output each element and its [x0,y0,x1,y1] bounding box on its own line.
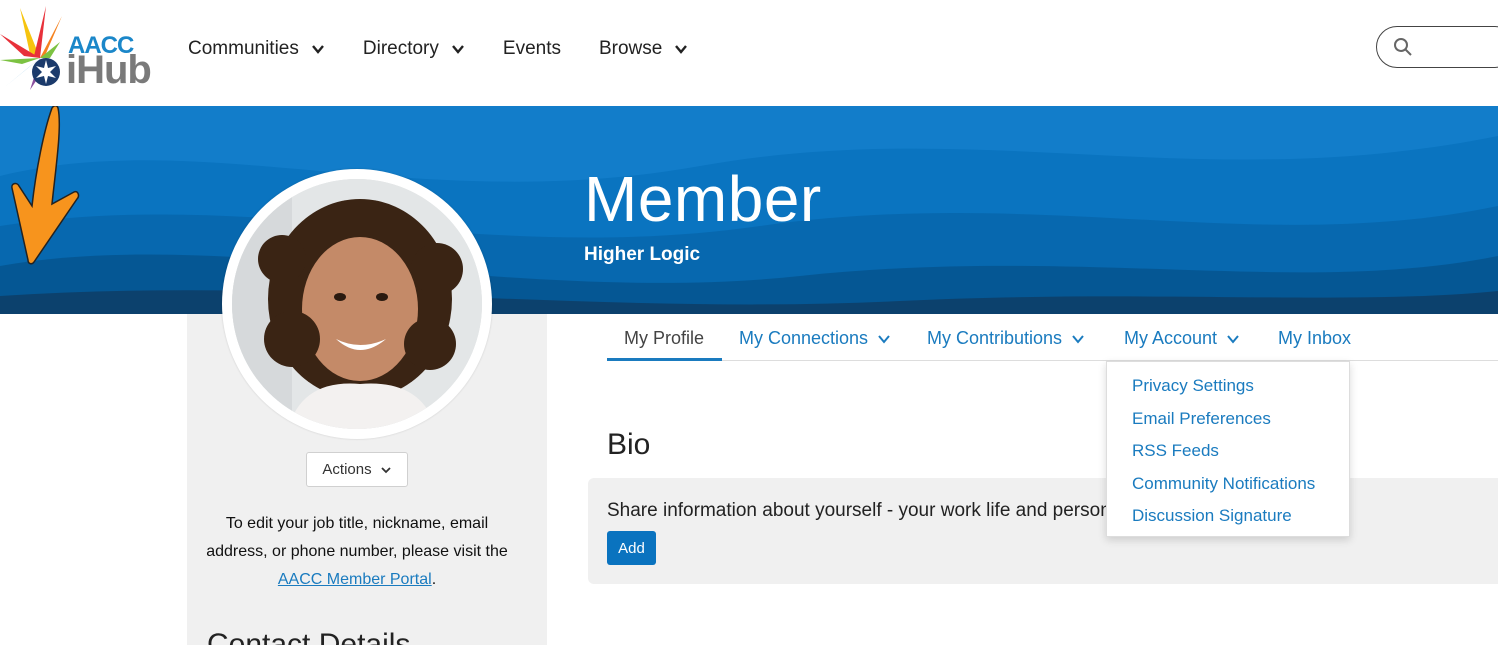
nav-communities-label: Communities [188,38,299,59]
tab-my-profile-label: My Profile [624,328,705,348]
menu-item-discussion-signature[interactable]: Discussion Signature [1107,502,1349,535]
search-input[interactable] [1376,26,1498,68]
top-navigation-bar: AACC iHub Communities Directory Events B… [0,0,1498,106]
search-icon[interactable] [1393,37,1413,57]
organization-name: Higher Logic [584,244,701,265]
chevron-down-icon [311,45,324,54]
edit-profile-note: To edit your job title, nickname, email … [200,510,514,594]
menu-item-privacy-settings[interactable]: Privacy Settings [1107,372,1349,405]
tab-my-account[interactable]: My Account [1124,328,1240,349]
edit-note-suffix: . [431,571,437,588]
member-portal-link[interactable]: AACC Member Portal [278,571,432,588]
chevron-down-icon [675,45,688,54]
page-title: Member [584,163,822,235]
active-tab-indicator [607,358,722,361]
tab-my-inbox[interactable]: My Inbox [1278,328,1351,349]
logo-ihub-text: iHub [66,48,152,92]
bio-section: Share information about yourself - your … [588,478,1498,584]
actions-dropdown-button[interactable]: Actions [306,452,408,487]
chevron-down-icon [451,45,464,54]
annotation-arrow-icon [11,106,80,265]
edit-note-text: To edit your job title, nickname, email … [206,515,508,560]
tab-my-contributions[interactable]: My Contributions [927,328,1085,349]
chevron-down-icon [1227,334,1239,344]
menu-item-rss-feeds[interactable]: RSS Feeds [1107,437,1349,470]
tab-my-profile[interactable]: My Profile [624,328,704,349]
contact-details-heading: Contact Details [207,628,411,645]
tab-my-connections-label: My Connections [739,328,869,348]
nav-directory-label: Directory [362,38,439,59]
main-nav: Communities Directory Events Browse [188,36,726,62]
tab-my-contributions-label: My Contributions [927,328,1063,348]
aacc-ihub-logo[interactable]: AACC iHub [0,6,165,90]
avatar [222,169,492,439]
nav-communities[interactable]: Communities [188,36,325,62]
chevron-down-icon [878,334,890,344]
my-account-dropdown-menu: Privacy Settings Email Preferences RSS F… [1106,361,1350,537]
tab-my-connections[interactable]: My Connections [739,328,891,349]
nav-events-label: Events [502,38,561,59]
actions-label: Actions [322,461,372,478]
nav-browse[interactable]: Browse [599,36,688,62]
profile-tabs: My Profile My Connections My Contributio… [607,316,1498,361]
chevron-down-icon [380,466,391,473]
profile-photo [232,179,482,429]
chevron-down-icon [1072,334,1084,344]
add-bio-button[interactable]: Add [607,531,656,565]
member-portrait-image [232,179,482,429]
menu-item-email-preferences[interactable]: Email Preferences [1107,405,1349,438]
menu-item-community-notifications[interactable]: Community Notifications [1107,470,1349,503]
nav-browse-label: Browse [598,38,663,59]
nav-events[interactable]: Events [503,36,561,62]
nav-directory[interactable]: Directory [363,36,465,62]
bio-heading: Bio [607,428,651,461]
tab-my-inbox-label: My Inbox [1278,328,1352,348]
tab-my-account-label: My Account [1124,328,1218,348]
